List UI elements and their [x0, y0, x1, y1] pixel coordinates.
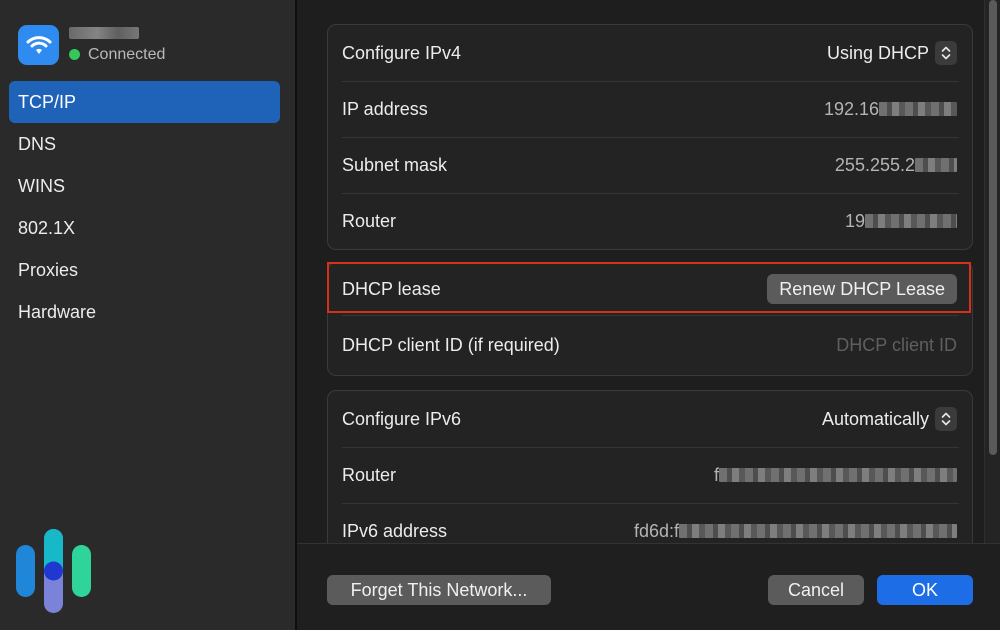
network-name-redacted — [69, 26, 139, 39]
wifi-icon — [18, 25, 59, 65]
redacted-text — [719, 468, 957, 482]
sidebar-item-hardware[interactable]: Hardware — [9, 291, 280, 333]
ipv6-address-row: IPv6 address fd6d:f — [328, 503, 972, 543]
sidebar-item-dns[interactable]: DNS — [9, 123, 280, 165]
configure-ipv4-label: Configure IPv4 — [342, 42, 462, 63]
dialog-footer: Forget This Network... Cancel OK — [297, 543, 1000, 630]
sidebar-item-wins[interactable]: WINS — [9, 165, 280, 207]
ip-address-label: IP address — [342, 98, 428, 119]
redacted-text — [679, 524, 957, 538]
cancel-button[interactable]: Cancel — [768, 575, 864, 605]
sidebar-nav: TCP/IP DNS WINS 802.1X Proxies Hardware — [9, 81, 280, 333]
ip-address-row: IP address 192.16 — [328, 81, 972, 137]
brand-logo-icon — [15, 528, 95, 619]
router-row: Router 19 — [328, 193, 972, 249]
router-value: 19 — [844, 210, 865, 231]
dhcp-client-id-row: DHCP client ID (if required) DHCP client… — [328, 315, 972, 375]
sidebar: Connected TCP/IP DNS WINS 802.1X Proxies… — [0, 0, 295, 630]
ipv6-group: Configure IPv6 Automatically Router f IP… — [327, 390, 973, 543]
ipv6-address-value: fd6d:f — [633, 520, 679, 541]
redacted-text — [915, 158, 957, 172]
configure-ipv6-label: Configure IPv6 — [342, 408, 462, 429]
renew-dhcp-lease-button[interactable]: Renew DHCP Lease — [767, 274, 957, 304]
redacted-text — [865, 214, 957, 228]
status-text: Connected — [88, 45, 166, 63]
sidebar-item-8021x[interactable]: 802.1X — [9, 207, 280, 249]
configure-ipv4-value: Using DHCP — [826, 42, 929, 63]
ipv6-router-label: Router — [342, 464, 397, 485]
configure-ipv6-row: Configure IPv6 Automatically — [328, 391, 972, 447]
configure-ipv4-select[interactable]: Using DHCP — [827, 41, 957, 65]
ipv4-group: Configure IPv4 Using DHCP IP address 192… — [327, 24, 973, 250]
configure-ipv4-row: Configure IPv4 Using DHCP — [328, 25, 972, 81]
subnet-mask-value: 255.255.2 — [834, 154, 915, 175]
dhcp-lease-label: DHCP lease — [342, 278, 441, 299]
connection-status: Connected — [69, 46, 165, 64]
chevron-updown-icon[interactable] — [935, 407, 957, 431]
network-header: Connected — [18, 25, 165, 65]
subnet-mask-label: Subnet mask — [342, 154, 448, 175]
dhcp-client-id-input[interactable]: DHCP client ID — [836, 335, 957, 356]
status-dot-icon — [69, 49, 80, 60]
dhcp-client-id-label: DHCP client ID (if required) — [342, 334, 560, 355]
ok-button[interactable]: OK — [877, 575, 973, 605]
chevron-updown-icon[interactable] — [935, 41, 957, 65]
configure-ipv6-select[interactable]: Automatically — [822, 407, 957, 431]
sidebar-item-proxies[interactable]: Proxies — [9, 249, 280, 291]
ip-address-value: 192.16 — [823, 98, 879, 119]
sidebar-item-tcpip[interactable]: TCP/IP — [9, 81, 280, 123]
settings-panel: Configure IPv4 Using DHCP IP address 192… — [297, 0, 1000, 543]
configure-ipv6-value: Automatically — [821, 408, 929, 429]
forget-network-button[interactable]: Forget This Network... — [327, 575, 551, 605]
dhcp-group: DHCP lease Renew DHCP Lease DHCP client … — [327, 262, 973, 376]
scrollbar-thumb[interactable] — [989, 0, 997, 455]
ipv6-router-row: Router f — [328, 447, 972, 503]
redacted-text — [879, 102, 957, 116]
scrollbar[interactable] — [984, 0, 1000, 543]
router-label: Router — [342, 210, 397, 231]
dhcp-lease-row: DHCP lease Renew DHCP Lease — [328, 263, 972, 315]
ipv6-address-label: IPv6 address — [342, 520, 448, 541]
subnet-mask-row: Subnet mask 255.255.2 — [328, 137, 972, 193]
